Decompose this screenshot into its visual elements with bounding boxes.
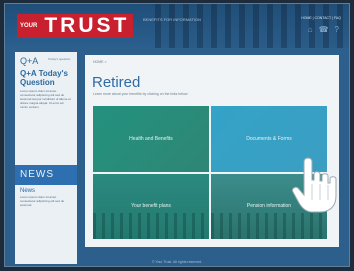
app-window: YOUR TRUST BENEFITS FOR INFORMATION HOME… — [4, 3, 350, 267]
qa-text: Lorem ipsum dolor sit amet consectetur a… — [20, 89, 71, 109]
page-title: Retired — [92, 74, 141, 91]
news-heading[interactable]: News — [15, 185, 77, 194]
site-tagline: BENEFITS FOR INFORMATION — [143, 17, 201, 22]
logo-prefix: YOUR — [17, 14, 41, 38]
tile-label: Your benefit plans — [131, 203, 171, 210]
qa-heading[interactable]: Q+A Today's Question — [15, 66, 77, 87]
tile-label: Health and Benefits — [129, 135, 173, 142]
logo-main: TRUST — [40, 14, 134, 38]
news-section: News Lorem ipsum dolor sit amet consecte… — [15, 185, 77, 208]
question-icon[interactable]: ? — [335, 25, 339, 34]
footer-text: © Your Trust. All rights reserved. — [151, 260, 203, 264]
hand-pointer-icon — [292, 157, 337, 213]
tile-label: Pension information — [246, 203, 292, 210]
qa-sublabel: Today's question — [48, 57, 71, 61]
top-links[interactable]: HOME | CONTACT | FAQ — [301, 16, 341, 20]
left-sidebar: Q+A Today's question Q+A Today's Questio… — [15, 52, 77, 264]
phone-icon[interactable]: ☎ — [319, 25, 329, 34]
page-subtitle: Learn more about your benefits by clicki… — [93, 92, 188, 96]
tile-benefit-plans[interactable]: Your benefit plans — [93, 173, 209, 239]
site-logo[interactable]: YOUR TRUST — [17, 14, 134, 38]
tile-health-benefits[interactable]: Health and Benefits — [93, 106, 209, 172]
news-header: NEWS — [15, 165, 77, 185]
news-text: Lorem ipsum dolor sit amet consectetur a… — [20, 195, 65, 207]
news-label: NEWS — [20, 169, 54, 180]
home-icon[interactable]: ⌂ — [308, 25, 313, 34]
tile-label: Documents & Forms — [246, 135, 292, 142]
header-icons: ⌂ ☎ ? — [308, 25, 339, 34]
site-header: YOUR TRUST BENEFITS FOR INFORMATION HOME… — [5, 4, 349, 48]
breadcrumb[interactable]: HOME > — [93, 60, 107, 64]
main-content: HOME > Retired Learn more about your ben… — [85, 55, 339, 247]
